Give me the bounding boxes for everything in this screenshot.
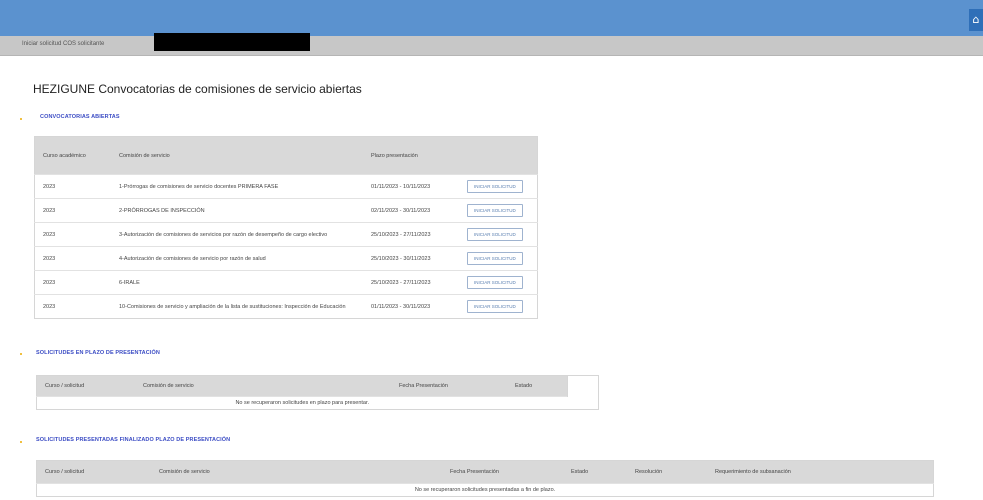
section-bullet <box>20 118 22 120</box>
iniciar-solicitud-button[interactable]: INICIAR SOLICITUD <box>467 228 523 241</box>
table-header-row: Curso / solicitud Comisión de servicio F… <box>36 460 934 484</box>
breadcrumb[interactable]: Iniciar solicitud COS solicitante <box>22 41 104 47</box>
table-scrollbar[interactable] <box>567 375 599 397</box>
cell-comision: 6-IRALE <box>111 270 363 295</box>
table-header-row: Curso académico Comisión de servicio Pla… <box>34 136 538 175</box>
table-row: 2023 1-Prórrogas de comisiones de servic… <box>34 174 538 199</box>
convocatorias-table: Curso académico Comisión de servicio Pla… <box>34 136 538 319</box>
cell-curso: 2023 <box>34 246 111 271</box>
section-title-convocatorias: CONVOCATORIAS ABIERTAS <box>40 114 120 120</box>
section-bullet <box>20 353 22 355</box>
iniciar-solicitud-button[interactable]: INICIAR SOLICITUD <box>467 204 523 217</box>
column-header: Curso / solicitud <box>36 460 151 484</box>
cell-comision: 3-Autorización de comisiones de servicio… <box>111 222 363 247</box>
table-header-row: Curso / solicitud Comisión de servicio F… <box>36 375 599 397</box>
top-navigation-bar: ⌂ <box>0 0 983 36</box>
column-header: Comisión de servicio <box>135 375 391 397</box>
cell-plazo: 01/11/2023 - 30/11/2023 <box>363 294 459 319</box>
table-row: 2023 3-Autorización de comisiones de ser… <box>34 222 538 247</box>
cell-comision: 1-Prórrogas de comisiones de servicio do… <box>111 174 363 199</box>
cell-plazo: 25/10/2023 - 27/11/2023 <box>363 270 459 295</box>
column-header: Estado <box>563 460 627 484</box>
cell-curso: 2023 <box>34 174 111 199</box>
column-header: Resolución <box>627 460 707 484</box>
iniciar-solicitud-button[interactable]: INICIAR SOLICITUD <box>467 276 523 289</box>
column-header-actions <box>459 136 538 175</box>
section-title-finalizado: SOLICITUDES PRESENTADAS FINALIZADO PLAZO… <box>36 437 231 443</box>
cell-plazo: 01/11/2023 - 10/11/2023 <box>363 174 459 199</box>
section-bullet <box>20 441 22 443</box>
column-header: Comisión de servicio <box>111 136 363 175</box>
column-header: Curso / solicitud <box>36 375 135 397</box>
empty-message: No se recuperaron solicitudes presentada… <box>36 483 934 497</box>
cell-curso: 2023 <box>34 222 111 247</box>
table-row: 2023 10-Comisiones de servicio y ampliac… <box>34 294 538 319</box>
cell-curso: 2023 <box>34 270 111 295</box>
solicitudes-en-plazo-table: Curso / solicitud Comisión de servicio F… <box>36 375 599 410</box>
column-header: Fecha Presentación <box>442 460 563 484</box>
cell-plazo: 02/11/2023 - 30/11/2023 <box>363 198 459 223</box>
table-row: 2023 6-IRALE 25/10/2023 - 27/11/2023 INI… <box>34 270 538 295</box>
column-header: Fecha Presentación <box>391 375 507 397</box>
table-row: 2023 2-PRÓRROGAS DE INSPECCIÓN 02/11/202… <box>34 198 538 223</box>
cell-curso: 2023 <box>34 294 111 319</box>
iniciar-solicitud-button[interactable]: INICIAR SOLICITUD <box>467 180 523 193</box>
empty-message: No se recuperaron solicitudes en plazo p… <box>36 396 568 410</box>
column-header: Plazo presentación <box>363 136 459 175</box>
cell-plazo: 25/10/2023 - 30/11/2023 <box>363 246 459 271</box>
cell-plazo: 25/10/2023 - 27/11/2023 <box>363 222 459 247</box>
column-header: Comisión de servicio <box>151 460 442 484</box>
table-row: No se recuperaron solicitudes en plazo p… <box>36 396 599 410</box>
cell-comision: 2-PRÓRROGAS DE INSPECCIÓN <box>111 198 363 223</box>
column-header: Curso académico <box>34 136 111 175</box>
breadcrumb-bar: Iniciar solicitud COS solicitante <box>0 36 983 56</box>
iniciar-solicitud-button[interactable]: INICIAR SOLICITUD <box>467 300 523 313</box>
column-header: Estado <box>507 375 568 397</box>
table-row: 2023 4-Autorización de comisiones de ser… <box>34 246 538 271</box>
iniciar-solicitud-button[interactable]: INICIAR SOLICITUD <box>467 252 523 265</box>
section-title-en-plazo: SOLICITUDES EN PLAZO DE PRESENTACIÓN <box>36 350 160 356</box>
column-header: Requerimiento de subsanación <box>707 460 934 484</box>
cell-comision: 4-Autorización de comisiones de servicio… <box>111 246 363 271</box>
table-row: No se recuperaron solicitudes presentada… <box>36 483 934 497</box>
cell-comision: 10-Comisiones de servicio y ampliación d… <box>111 294 363 319</box>
page-title: HEZIGUNE Convocatorias de comisiones de … <box>33 82 362 96</box>
home-icon[interactable]: ⌂ <box>969 9 983 31</box>
redacted-area <box>154 33 310 51</box>
cell-curso: 2023 <box>34 198 111 223</box>
solicitudes-finalizadas-table: Curso / solicitud Comisión de servicio F… <box>36 460 934 497</box>
